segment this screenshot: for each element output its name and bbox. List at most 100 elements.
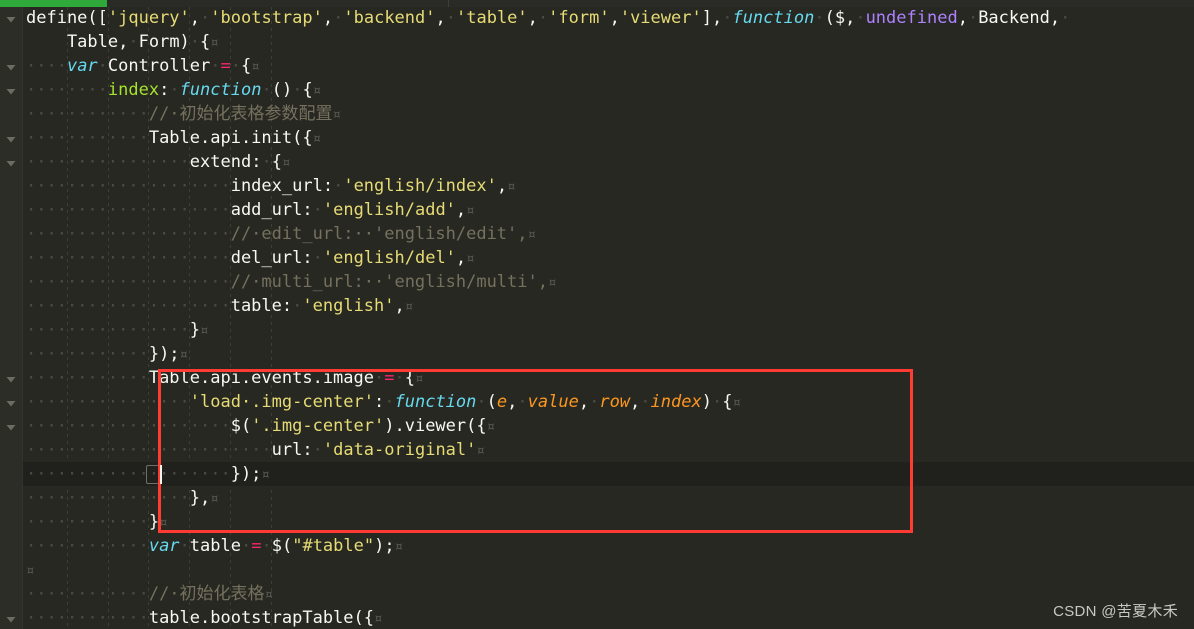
- code-line[interactable]: ············Table.api.init({¤: [0, 126, 1194, 150]
- code-token-param: e: [496, 392, 508, 412]
- code-token-plain: }: [148, 512, 160, 532]
- fold-arrow-icon[interactable]: [4, 612, 18, 626]
- code-token-plain: table: [189, 536, 241, 556]
- code-token-str: 'jquery': [107, 8, 190, 28]
- code-line[interactable]: ····················del_url:·'english/de…: [0, 246, 1194, 270]
- code-token-plain: ,: [189, 8, 201, 28]
- code-line[interactable]: ····················add_url:·'english/ad…: [0, 198, 1194, 222]
- code-token-ws: ·: [240, 536, 252, 556]
- gutter-divider: [22, 7, 23, 629]
- code-line[interactable]: ············//·初始化表格¤: [0, 582, 1194, 606]
- matching-brace-box: [146, 465, 161, 484]
- code-token-eol: ¤: [547, 275, 557, 291]
- code-line[interactable]: ¤: [0, 558, 1194, 582]
- fold-arrow-icon[interactable]: [4, 132, 18, 146]
- code-token-eol: ¤: [261, 467, 270, 483]
- code-token-plain: ],: [701, 8, 723, 28]
- code-token-ws: ············: [26, 368, 149, 388]
- code-token-plain: table: [230, 296, 282, 316]
- fold-arrow-icon[interactable]: [4, 156, 18, 170]
- editor-gutter[interactable]: [0, 7, 22, 629]
- code-token-ws: ·: [384, 392, 395, 412]
- code-line[interactable]: ····················index_url:·'english/…: [0, 174, 1194, 198]
- code-line[interactable]: ············var·table·=·$("#table");¤: [0, 534, 1194, 558]
- code-editor[interactable]: define(['jquery',·'bootstrap',·'backend'…: [0, 0, 1194, 629]
- fold-arrow-icon[interactable]: [4, 60, 18, 74]
- code-line[interactable]: ············});¤: [0, 342, 1194, 366]
- code-token-eol: ¤: [159, 515, 168, 531]
- code-line[interactable]: ····················});¤: [0, 462, 1194, 486]
- code-token-ws: ·: [210, 56, 221, 76]
- code-token-eol: ¤: [466, 203, 475, 219]
- code-line[interactable]: ····················table:·'english',¤: [0, 294, 1194, 318]
- code-token-ws: ·: [445, 8, 456, 28]
- code-token-str: 'load·.img-center': [189, 392, 374, 412]
- code-token-ws: ·: [517, 392, 528, 412]
- code-token-ws: ·: [189, 32, 201, 52]
- code-line[interactable]: ················extend:·{¤: [0, 150, 1194, 174]
- code-content[interactable]: define(['jquery',·'bootstrap',·'backend'…: [0, 7, 1194, 629]
- code-token-op: =: [251, 536, 262, 556]
- code-token-ws: ·: [814, 8, 825, 28]
- code-line[interactable]: ················'load·.img-center':·func…: [0, 390, 1194, 414]
- code-token-eol: ¤: [466, 251, 475, 267]
- code-token-eol: ¤: [312, 83, 322, 99]
- code-line[interactable]: ················}¤: [0, 318, 1194, 342]
- code-token-plain: Table.api.events.image: [148, 368, 374, 388]
- code-line[interactable]: ············Table.api.events.image·=·{¤: [0, 366, 1194, 390]
- code-token-kw: function: [394, 392, 477, 412]
- code-token-ws: ················: [26, 392, 190, 412]
- code-token-op: =: [220, 56, 231, 76]
- code-token-eol: ¤: [281, 155, 291, 171]
- code-token-com: //·edit_url:··'english/edit',: [230, 224, 528, 244]
- code-line[interactable]: ························url:·'data-origi…: [0, 438, 1194, 462]
- code-token-kw: function: [179, 80, 262, 100]
- code-token-ws: ·: [589, 392, 600, 412]
- code-token-eol: ¤: [404, 299, 414, 315]
- code-token-plain: );: [374, 536, 395, 556]
- code-token-ws: ····················: [26, 224, 231, 244]
- code-line[interactable]: ············//·初始化表格参数配置¤: [0, 102, 1194, 126]
- code-token-eol: ¤: [507, 179, 516, 195]
- code-token-ws: ·: [855, 8, 866, 28]
- code-token-plain: {: [241, 56, 252, 76]
- code-token-plain: ,: [496, 176, 508, 196]
- code-token-str: 'english/add': [322, 200, 456, 220]
- code-token-plain: ,: [507, 392, 518, 412]
- code-token-ws: ·: [640, 392, 651, 412]
- code-line[interactable]: ········index:·function·()·{¤: [0, 78, 1194, 102]
- code-line[interactable]: ····················//·multi_url:··'engl…: [0, 270, 1194, 294]
- code-token-ws: ····: [26, 56, 67, 76]
- code-line[interactable]: ····················$('.img-center').vie…: [0, 414, 1194, 438]
- fold-arrow-icon[interactable]: [4, 372, 18, 386]
- code-token-ws: ·: [312, 440, 323, 460]
- code-token-eol: ¤: [732, 395, 741, 411]
- code-line[interactable]: ····················//·edit_url:··'engli…: [0, 222, 1194, 246]
- code-token-plain: ,: [435, 8, 446, 28]
- code-token-plain: {: [200, 32, 211, 52]
- code-token-plain: (): [271, 80, 293, 100]
- code-line[interactable]: ············}¤: [0, 510, 1194, 534]
- code-token-eol: ¤: [415, 371, 424, 387]
- code-token-plain: ,: [578, 392, 590, 412]
- fold-arrow-icon[interactable]: [4, 84, 18, 98]
- code-token-ws: ·: [179, 536, 190, 556]
- code-token-ws: ·: [374, 368, 385, 388]
- code-token-str: 'form': [548, 8, 610, 28]
- code-line[interactable]: ····var·Controller·=·{¤: [0, 54, 1194, 78]
- code-token-ws: ········: [26, 80, 108, 100]
- code-token-ws: ·: [312, 248, 323, 268]
- fold-arrow-icon[interactable]: [4, 420, 18, 434]
- fold-arrow-icon[interactable]: [4, 12, 18, 26]
- code-token-str: 'english': [302, 296, 395, 316]
- code-token-plain: {: [271, 152, 282, 172]
- code-line[interactable]: ················},¤: [0, 486, 1194, 510]
- code-token-ws: ············: [26, 512, 149, 532]
- code-token-ws: ····················: [26, 248, 231, 268]
- code-line[interactable]: Table,·Form)·{¤: [0, 30, 1194, 54]
- fold-arrow-icon[interactable]: [4, 396, 18, 410]
- code-line[interactable]: ············table.bootstrapTable({¤: [0, 606, 1194, 629]
- code-token-eol: ¤: [200, 323, 209, 339]
- code-token-plain: ,: [527, 8, 538, 28]
- code-line[interactable]: define(['jquery',·'bootstrap',·'backend'…: [0, 6, 1194, 30]
